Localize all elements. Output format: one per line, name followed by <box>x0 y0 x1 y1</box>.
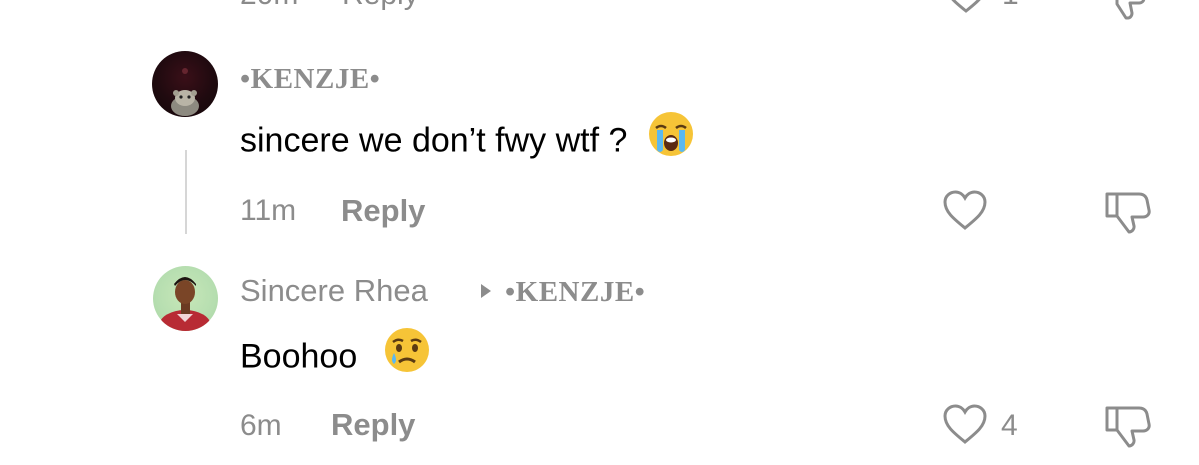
comment-time: 11m <box>240 194 297 227</box>
avatar[interactable] <box>152 51 218 117</box>
avatar[interactable] <box>153 266 218 331</box>
reply-to-username[interactable]: •KENZJE• <box>505 276 645 309</box>
top-comment-time: 20m <box>240 0 298 12</box>
comment-username[interactable]: •KENZJE• <box>240 63 380 96</box>
top-comment-dislike-icon[interactable] <box>1104 0 1152 20</box>
reply-button[interactable]: Reply <box>341 193 425 229</box>
comment-text: Boohoo <box>240 337 358 376</box>
comment-text-row: sincere we don’t fwy wtf ? <box>240 112 695 171</box>
triangle-right-icon <box>480 283 492 299</box>
comment-text: sincere we don’t fwy wtf ? <box>240 121 628 160</box>
top-comment-like-icon[interactable] <box>944 0 988 14</box>
like-count: 4 <box>1001 409 1018 442</box>
thumbs-down-icon[interactable] <box>1103 188 1153 234</box>
crying-face-icon <box>383 326 431 383</box>
top-comment-like-count: 1 <box>1002 0 1019 12</box>
reply-button[interactable]: Reply <box>331 407 415 443</box>
comment-username[interactable]: Sincere Rhea <box>240 273 428 309</box>
top-comment-reply-button[interactable]: Reply <box>342 0 419 12</box>
heart-outline-icon[interactable] <box>942 403 988 445</box>
thumbs-down-icon[interactable] <box>1103 402 1153 448</box>
comment-text-row: Boohoo <box>240 328 431 387</box>
heart-outline-icon[interactable] <box>942 189 988 231</box>
loudly-crying-face-icon <box>647 110 695 167</box>
thread-line <box>185 150 187 234</box>
comment-time: 6m <box>240 409 282 442</box>
